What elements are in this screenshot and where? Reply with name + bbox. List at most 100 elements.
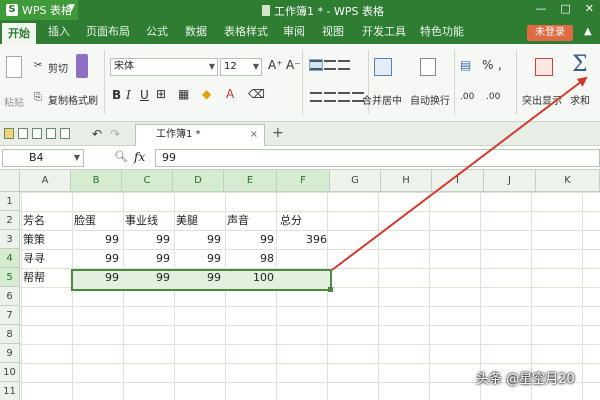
menu-insert[interactable]: 插入	[48, 20, 70, 44]
undo-icon[interactable]: ↶	[92, 127, 102, 141]
column-header-k[interactable]: K	[536, 170, 600, 192]
align-left-icon[interactable]	[310, 92, 322, 102]
collapse-ribbon-icon[interactable]: ▲	[584, 26, 592, 37]
row-header-8[interactable]: 8	[0, 325, 20, 344]
cell-e5[interactable]: 100	[224, 268, 277, 287]
font-shrink-icon[interactable]: A⁻	[286, 58, 301, 72]
row-header-4[interactable]: 4	[0, 249, 20, 268]
font-name-select[interactable]: 宋体 ▼	[110, 58, 218, 76]
column-header-a[interactable]: A	[20, 170, 71, 192]
cell-e2[interactable]: 声音	[224, 211, 252, 230]
chevron-down-icon[interactable]: ▼	[68, 3, 75, 13]
wrap-text-icon[interactable]	[420, 58, 436, 76]
column-header-f[interactable]: F	[277, 170, 330, 192]
menu-developer[interactable]: 开发工具	[362, 20, 406, 44]
menu-review[interactable]: 审阅	[283, 20, 305, 44]
column-header-b[interactable]: B	[71, 170, 122, 192]
align-right-icon[interactable]	[338, 92, 350, 102]
cell-a3[interactable]: 策策	[20, 230, 48, 249]
sum-icon[interactable]: Σ	[572, 52, 588, 77]
paste-icon[interactable]	[6, 56, 22, 78]
merge-center-button[interactable]: 合并居中	[362, 92, 402, 107]
close-tab-icon[interactable]: ×	[250, 125, 258, 145]
tab-workbook1[interactable]: 工作簿1 * ×	[135, 124, 265, 146]
minimize-button[interactable]: —	[535, 2, 546, 15]
conditional-highlight-icon[interactable]	[535, 58, 553, 76]
font-size-select[interactable]: 12 ▼	[220, 58, 262, 76]
column-header-e[interactable]: E	[224, 170, 277, 192]
align-middle-icon[interactable]	[324, 60, 336, 70]
column-header-c[interactable]: C	[122, 170, 173, 192]
cell-b4[interactable]: 99	[71, 249, 122, 268]
cut-button[interactable]: 剪切	[48, 60, 68, 75]
login-button[interactable]: 未登录	[527, 25, 573, 41]
cell-d3[interactable]: 99	[173, 230, 224, 249]
row-header-11[interactable]: 11	[0, 382, 20, 400]
format-painter-icon[interactable]	[76, 54, 88, 78]
column-header-g[interactable]: G	[330, 170, 381, 192]
highlight-button[interactable]: 突出显示	[522, 92, 562, 107]
merge-center-icon[interactable]	[374, 58, 392, 76]
cell-d4[interactable]: 99	[173, 249, 224, 268]
cell-a5[interactable]: 帮帮	[20, 268, 48, 287]
percent-button[interactable]: %	[482, 58, 493, 72]
cell-c4[interactable]: 99	[122, 249, 173, 268]
select-all-corner[interactable]	[0, 170, 20, 192]
fill-handle[interactable]	[328, 287, 333, 292]
cell-a4[interactable]: 寻寻	[20, 249, 48, 268]
align-top-icon[interactable]	[309, 59, 323, 71]
bold-button[interactable]: B	[112, 88, 121, 102]
cell-c3[interactable]: 99	[122, 230, 173, 249]
underline-button[interactable]: U	[140, 88, 149, 102]
clear-format-icon[interactable]: ⌫	[248, 87, 265, 101]
cell-e3[interactable]: 99	[224, 230, 277, 249]
close-button[interactable]: ✕	[585, 2, 594, 15]
wrap-text-button[interactable]: 自动换行	[410, 92, 450, 107]
menu-formulas[interactable]: 公式	[146, 20, 168, 44]
open-folder-icon[interactable]	[4, 128, 14, 139]
menu-special[interactable]: 特色功能	[420, 20, 464, 44]
cell-f2[interactable]: 总分	[277, 211, 305, 230]
column-header-d[interactable]: D	[173, 170, 224, 192]
row-header-6[interactable]: 6	[0, 287, 20, 306]
insert-function-button[interactable]: fx	[134, 150, 145, 164]
copy-button[interactable]: 复制	[48, 92, 68, 107]
export-pdf-icon[interactable]	[32, 128, 42, 139]
app-menu-button[interactable]: S WPS 表格	[0, 0, 78, 20]
row-header-2[interactable]: 2	[0, 211, 20, 230]
cell-f3[interactable]: 396	[277, 230, 330, 249]
search-icon[interactable]: 🔍︎	[114, 150, 128, 163]
row-header-1[interactable]: 1	[0, 192, 20, 211]
cell-c2[interactable]: 事业线	[122, 211, 161, 230]
cell-d2[interactable]: 美腿	[173, 211, 201, 230]
row-header-3[interactable]: 3	[0, 230, 20, 249]
formula-input[interactable]: 99	[155, 149, 600, 167]
menu-page-layout[interactable]: 页面布局	[86, 20, 130, 44]
highlight-color-icon[interactable]: ◆	[202, 87, 211, 101]
new-tab-button[interactable]: +	[272, 125, 284, 141]
cell-b3[interactable]: 99	[71, 230, 122, 249]
cell-b5[interactable]: 99	[71, 268, 122, 287]
menu-table-style[interactable]: 表格样式	[224, 20, 268, 44]
cell-e4[interactable]: 98	[224, 249, 277, 268]
format-painter-button[interactable]: 格式刷	[68, 92, 98, 107]
paste-button[interactable]: 粘贴	[4, 94, 24, 109]
cell-b2[interactable]: 脸蛋	[71, 211, 99, 230]
sum-button[interactable]: 求和	[570, 92, 590, 107]
column-header-i[interactable]: I	[432, 170, 484, 192]
align-center-icon[interactable]	[324, 92, 336, 102]
row-header-7[interactable]: 7	[0, 306, 20, 325]
row-header-10[interactable]: 10	[0, 363, 20, 382]
currency-icon[interactable]: ▤	[460, 58, 471, 72]
redo-icon[interactable]: ↷	[110, 127, 120, 141]
name-box[interactable]: B4 ▼	[2, 149, 84, 167]
increase-decimal-button[interactable]: .00	[460, 92, 474, 102]
save-icon[interactable]	[18, 128, 28, 139]
font-color-button[interactable]: A	[226, 87, 234, 101]
print-icon[interactable]	[46, 128, 56, 139]
column-header-h[interactable]: H	[381, 170, 432, 192]
decrease-decimal-button[interactable]: .00	[486, 92, 500, 102]
menu-data[interactable]: 数据	[185, 20, 207, 44]
fill-color-icon[interactable]: ▦	[178, 87, 189, 101]
cut-icon[interactable]: ✂	[34, 60, 42, 71]
